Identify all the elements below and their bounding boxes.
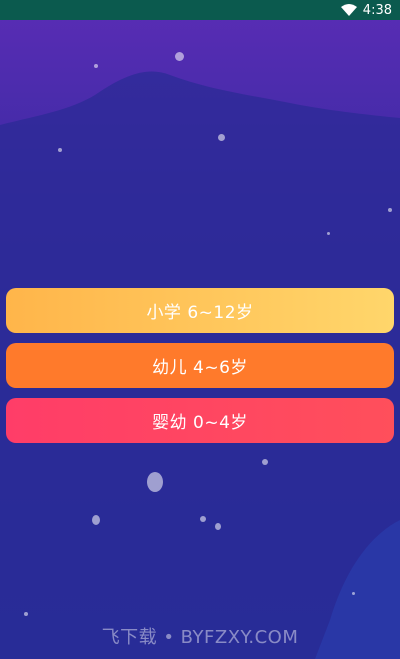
star xyxy=(218,134,225,141)
primary-school-label: 小学 6~12岁 xyxy=(146,303,254,323)
status-bar: 4:38 xyxy=(0,0,400,20)
star xyxy=(94,64,98,68)
star xyxy=(215,523,221,530)
star xyxy=(58,148,62,152)
app-screen: 4:38 小学 6~12岁 幼儿 4~6岁 婴幼 0~4岁 飞下载 • BYFZ… xyxy=(0,0,400,659)
star xyxy=(92,515,100,525)
star xyxy=(175,52,184,61)
star xyxy=(352,592,355,595)
star xyxy=(24,612,28,616)
primary-school-button[interactable]: 小学 6~12岁 xyxy=(6,288,394,333)
age-group-menu: 小学 6~12岁 幼儿 4~6岁 婴幼 0~4岁 xyxy=(6,288,394,453)
star xyxy=(327,232,330,235)
wifi-icon xyxy=(340,4,357,16)
preschool-button[interactable]: 幼儿 4~6岁 xyxy=(6,343,394,388)
star xyxy=(200,516,206,522)
status-time: 4:38 xyxy=(362,2,392,18)
star xyxy=(147,472,163,492)
preschool-label: 幼儿 4~6岁 xyxy=(152,358,248,378)
status-icons: 4:38 xyxy=(340,2,392,18)
infant-button[interactable]: 婴幼 0~4岁 xyxy=(6,398,394,443)
watermark: 飞下载 • BYFZXY.COM xyxy=(101,627,299,648)
star xyxy=(262,459,268,465)
infant-label: 婴幼 0~4岁 xyxy=(152,413,248,433)
star xyxy=(388,208,392,212)
